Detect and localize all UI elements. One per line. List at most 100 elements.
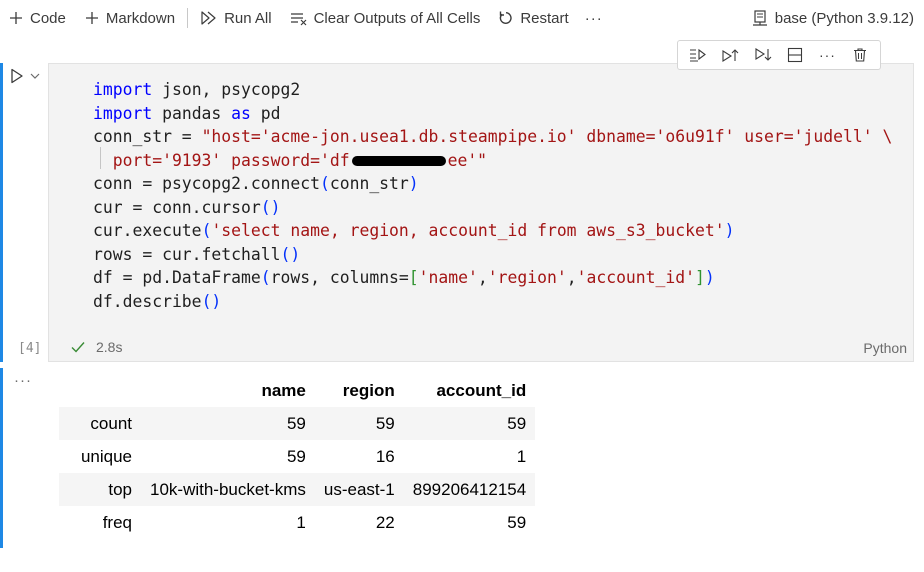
row-label: freq <box>102 512 132 532</box>
bracket-token: () <box>260 197 281 217</box>
code-token: rows = cur.fetchall <box>93 244 281 264</box>
keyword-token: import <box>93 103 153 123</box>
clear-outputs-button[interactable]: Clear Outputs of All Cells <box>284 4 487 32</box>
code-token: pandas <box>152 103 232 123</box>
code-line-1: import json, psycopg2 <box>93 80 300 99</box>
table-cell: 59 <box>507 512 527 532</box>
code-token: json, psycopg2 <box>152 80 301 99</box>
table-cell: 22 <box>375 512 395 532</box>
plus-icon <box>10 12 22 24</box>
code-token: , <box>477 268 488 287</box>
plus-icon <box>85 12 98 24</box>
code-token: rows, columns= <box>270 268 409 287</box>
split-cell-icon <box>788 47 803 63</box>
code-line-7: cur.execute('select name, region, accoun… <box>93 221 734 240</box>
code-line-10: df.describe() <box>93 292 221 311</box>
cell-language-picker[interactable]: Python <box>863 340 907 356</box>
code-token: df.describe <box>93 291 202 311</box>
notebook-toolbar: Code Markdown Run All Clear Outputs of A… <box>0 0 924 36</box>
execution-status: 2.8s <box>70 339 122 355</box>
execution-duration: 2.8s <box>96 339 123 355</box>
keyword-token: as <box>231 103 251 123</box>
cell-more-label: ··· <box>818 47 836 63</box>
run-by-line-button[interactable] <box>685 43 711 67</box>
output-actions-button[interactable]: ··· <box>14 372 32 389</box>
code-line-8: rows = cur.fetchall() <box>93 245 300 264</box>
code-token: conn_str <box>329 174 409 193</box>
execute-below-icon <box>755 48 772 61</box>
cell-more-button[interactable]: ··· <box>814 43 840 67</box>
split-cell-button[interactable] <box>782 43 808 67</box>
code-line-3: conn_str = "host='acme-jon.usea1.db.stea… <box>93 127 892 146</box>
execute-above-button[interactable] <box>717 43 743 67</box>
code-token: pd <box>250 103 281 123</box>
more-actions-button[interactable]: ··· <box>575 10 613 27</box>
table-header-row: name region account_id <box>59 374 536 407</box>
code-label: Code <box>30 9 66 27</box>
run-by-line-icon <box>690 48 707 62</box>
restart-icon <box>500 11 512 24</box>
code-token: conn = psycopg2.connect <box>93 174 320 193</box>
column-header: name <box>261 380 306 400</box>
clear-outputs-label: Clear Outputs of All Cells <box>313 9 481 27</box>
row-label: count <box>90 413 132 433</box>
bracket-token: ] <box>695 268 705 287</box>
table-cell: 59 <box>286 413 306 433</box>
bracket-token: ) <box>704 268 715 287</box>
code-line-6: cur = conn.cursor() <box>93 198 281 217</box>
code-line-5: conn = psycopg2.connect(conn_str) <box>93 174 419 193</box>
table-cell: 16 <box>375 446 395 466</box>
table-row: freq 1 22 59 <box>59 506 536 539</box>
add-code-cell-button[interactable]: Code <box>2 4 72 32</box>
column-header: region <box>342 380 395 400</box>
table-cell: 899206412154 <box>412 479 527 499</box>
code-token: conn_str = <box>93 127 202 146</box>
execute-below-button[interactable] <box>750 43 776 67</box>
table-cell: 59 <box>286 446 306 466</box>
cell-toolbar: ··· <box>677 40 881 70</box>
run-all-button[interactable]: Run All <box>194 4 278 32</box>
table-row: unique 59 16 1 <box>59 440 536 473</box>
kernel-label: base (Python 3.9.12) <box>774 9 914 27</box>
table-row: count 59 59 59 <box>59 407 536 440</box>
table-cell: 10k-with-bucket-kms <box>150 479 306 499</box>
string-token: 'name' <box>418 268 478 287</box>
code-token: cur.execute <box>93 221 202 240</box>
execute-above-icon <box>722 49 739 62</box>
play-icon <box>11 68 23 84</box>
run-cell-button[interactable] <box>10 68 40 84</box>
code-token: , <box>566 268 577 287</box>
cell-focus-indicator <box>0 63 3 362</box>
bracket-token: ( <box>319 174 330 193</box>
string-token: 'select name, region, account_id from aw… <box>211 221 725 240</box>
keyword-token: import <box>93 80 153 99</box>
code-line-4: port='9193' password='df ee'" <box>93 151 487 170</box>
chevron-down-icon[interactable] <box>30 72 40 80</box>
kernel-picker[interactable]: base (Python 3.9.12) <box>751 4 914 32</box>
bracket-token: () <box>280 244 301 264</box>
add-markdown-cell-button[interactable]: Markdown <box>78 4 181 32</box>
string-token: ee'" <box>447 150 488 170</box>
string-token: "host='acme-jon.usea1.db.steampipe.io' d… <box>201 127 893 146</box>
run-all-icon <box>201 11 216 25</box>
string-token: 'account_id' <box>576 268 696 287</box>
toolbar-divider <box>187 8 189 28</box>
bracket-token: () <box>201 291 222 311</box>
code-line-2: import pandas as pd <box>93 104 281 123</box>
restart-kernel-button[interactable]: Restart <box>492 4 574 32</box>
bracket-token: ( <box>260 268 271 287</box>
clear-all-icon <box>290 13 307 26</box>
string-token: port='9193' password='df <box>93 150 350 170</box>
delete-cell-button[interactable] <box>847 43 873 67</box>
column-header: account_id <box>436 380 527 400</box>
execution-count: [4] <box>18 341 42 356</box>
markdown-label: Markdown <box>105 9 176 27</box>
code-editor-content[interactable]: import json, psycopg2 import pandas as p… <box>93 78 892 313</box>
table-row: top 10k-with-bucket-kms us-east-1 899206… <box>59 473 536 506</box>
trash-icon <box>853 48 866 62</box>
string-token: 'region' <box>487 268 567 287</box>
row-label: top <box>108 479 132 499</box>
bracket-token: ) <box>724 221 735 240</box>
table-cell: 59 <box>507 413 527 433</box>
server-environment-icon <box>752 10 767 26</box>
